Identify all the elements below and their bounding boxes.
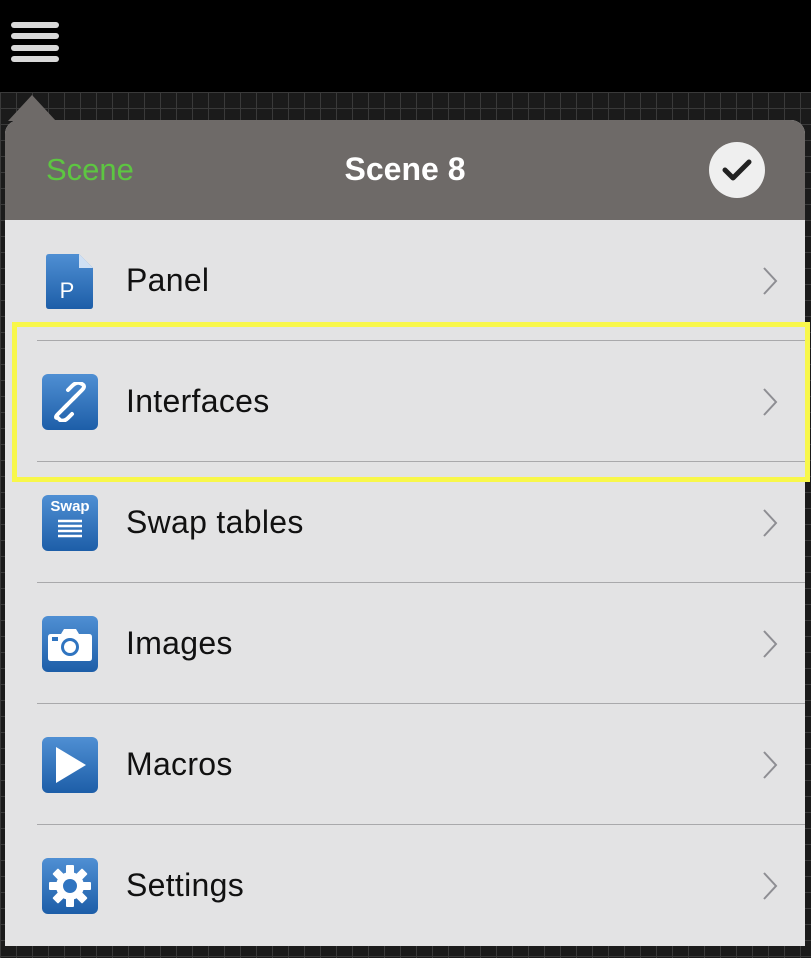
popover-arrow	[8, 95, 56, 121]
page-title: Scene 8	[344, 151, 466, 187]
done-button[interactable]	[709, 142, 765, 198]
menu-item-label: Images	[126, 625, 233, 661]
menu-item-swap-tables[interactable]: Swap Swap tables	[5, 462, 805, 583]
menu-item-label: Swap tables	[126, 504, 304, 540]
chevron-right-icon	[763, 387, 778, 416]
menu-item-label: Settings	[126, 867, 245, 903]
gear-icon	[42, 857, 98, 914]
scene-popover: Scene Scene 8 P Panel Interfaces Swap Sw…	[5, 120, 805, 946]
popover-header: Scene Scene 8	[5, 120, 805, 220]
camera-icon	[42, 615, 98, 672]
menu-item-images[interactable]: Images	[5, 583, 805, 704]
link-icon	[42, 373, 98, 430]
hamburger-menu-icon[interactable]	[11, 20, 59, 64]
chevron-right-icon	[763, 629, 778, 658]
checkmark-icon	[722, 159, 752, 181]
menu-item-interfaces[interactable]: Interfaces	[5, 341, 805, 462]
menu-item-panel[interactable]: P Panel	[5, 220, 805, 341]
menu-item-settings[interactable]: Settings	[5, 825, 805, 946]
chevron-right-icon	[763, 871, 778, 900]
menu-item-macros[interactable]: Macros	[5, 704, 805, 825]
menu-item-label: Interfaces	[126, 383, 270, 419]
panel-icon-letter: P	[60, 278, 75, 303]
swap-icon-text: Swap	[50, 497, 90, 515]
swap-table-icon: Swap	[42, 494, 98, 551]
menu-list: P Panel Interfaces Swap Swap tables Imag…	[5, 220, 805, 946]
panel-document-icon: P	[42, 253, 98, 309]
chevron-right-icon	[763, 750, 778, 779]
chevron-right-icon	[763, 266, 778, 295]
chevron-right-icon	[763, 508, 778, 537]
play-icon	[42, 736, 98, 793]
menu-item-label: Panel	[126, 262, 210, 298]
menu-item-label: Macros	[126, 746, 233, 782]
